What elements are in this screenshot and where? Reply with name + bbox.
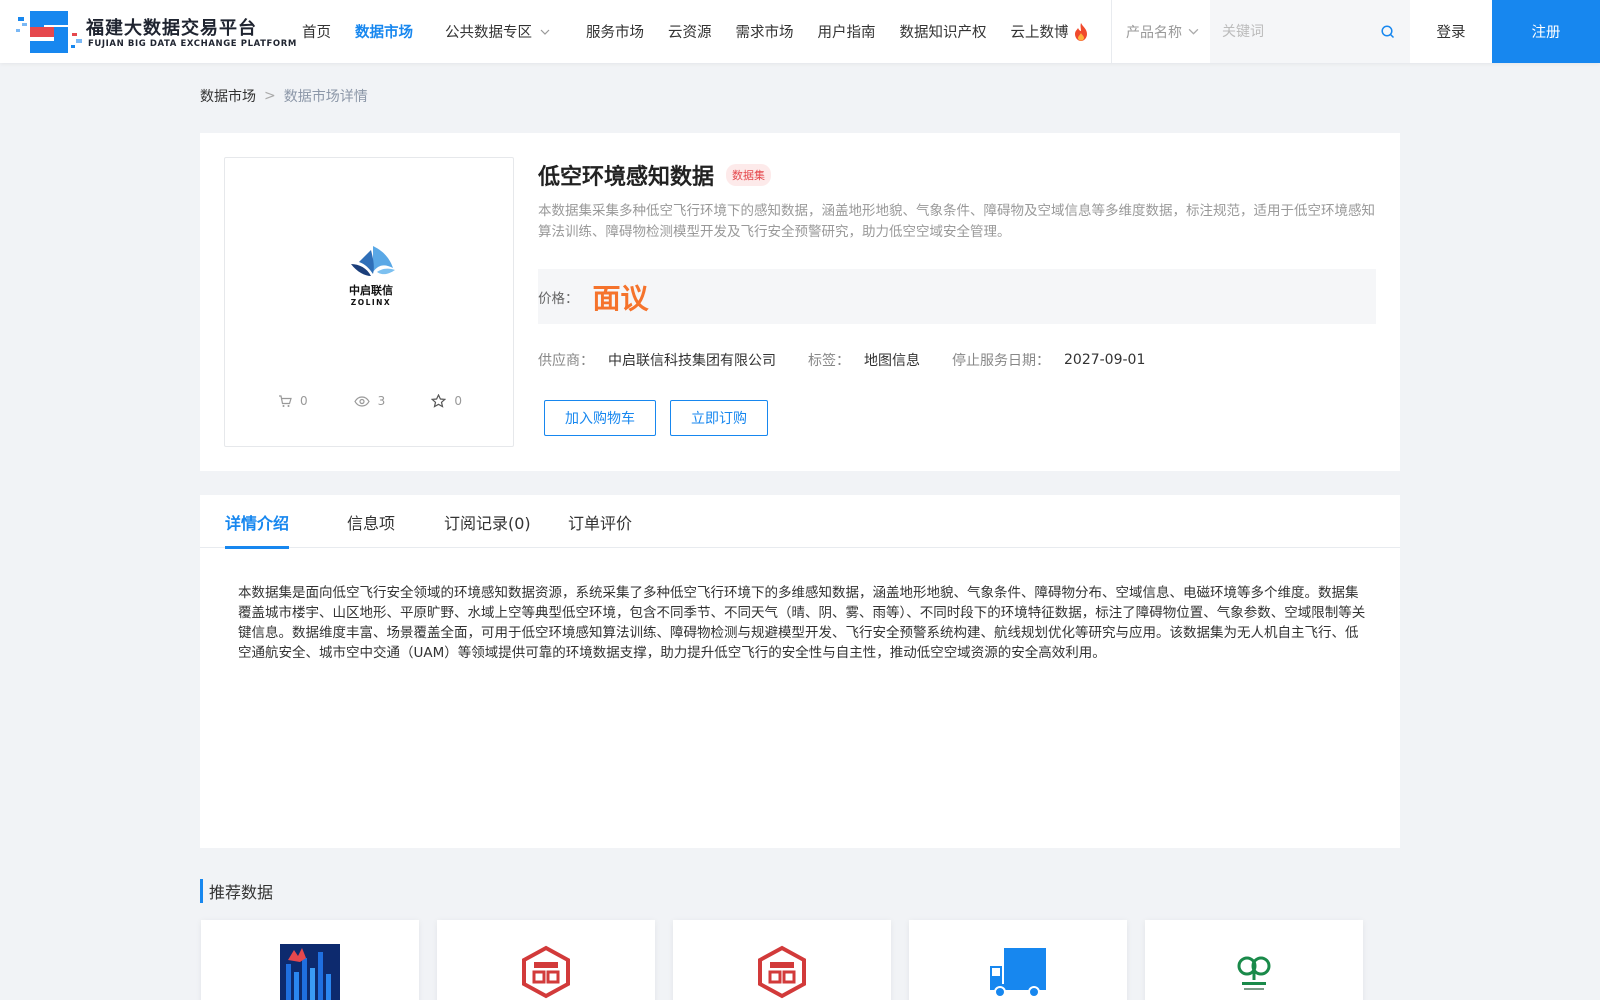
cart-icon	[279, 394, 292, 407]
product-type-badge: 数据集	[726, 164, 772, 186]
green-tree-logo-icon	[1237, 956, 1271, 990]
nav-demand[interactable]: 需求市场	[736, 21, 794, 42]
register-button[interactable]: 注册	[1492, 0, 1600, 63]
nav-label: 云上数博	[1010, 25, 1069, 41]
title-row: 低空环境感知数据 数据集	[538, 157, 1376, 193]
search-input[interactable]	[1222, 18, 1372, 46]
product-title: 低空环境感知数据	[538, 165, 715, 190]
star-icon	[431, 394, 447, 408]
nav-ip[interactable]: 数据知识产权	[900, 21, 987, 42]
price-label: 价格：	[538, 290, 579, 307]
stat-favorites[interactable]: 0	[431, 394, 462, 408]
chevron-down-icon	[540, 29, 550, 35]
recommend-card[interactable]	[201, 920, 419, 1000]
breadcrumb-separator: >	[264, 88, 276, 104]
nav-service-market[interactable]: 服务市场	[586, 21, 644, 42]
supplier-value: 中启联信科技集团有限公司	[608, 353, 776, 369]
product-meta: 供应商： 中启联信科技集团有限公司 标签： 地图信息 停止服务日期： 2027-…	[538, 350, 1376, 370]
recommend-card[interactable]	[673, 920, 891, 1000]
nav-label: 需求市场	[735, 25, 794, 41]
breadcrumb-root[interactable]: 数据市场	[200, 86, 256, 106]
product-image: 中启联信 ZOLINX 0 3 0	[224, 157, 514, 447]
zolinx-logo-icon: 中启联信 ZOLINX	[349, 246, 395, 307]
breadcrumb: 数据市场 > 数据市场详情	[200, 86, 368, 106]
end-date-value: 2027-09-01	[1064, 352, 1146, 368]
recommend-card[interactable]	[909, 920, 1127, 1000]
nav-guide[interactable]: 用户指南	[818, 21, 876, 42]
logo-mark-icon	[16, 11, 82, 53]
detail-card: 详情介绍 信息项 订阅记录(0) 订单评价 本数据集是面向低空飞行安全领域的环境…	[200, 495, 1400, 848]
search-icon[interactable]	[1380, 24, 1396, 40]
nav-label: 数据知识产权	[899, 25, 987, 41]
add-to-cart-button[interactable]: 加入购物车	[544, 400, 656, 436]
nav-cloud[interactable]: 云资源	[668, 21, 712, 42]
detail-tabs: 详情介绍 信息项 订阅记录(0) 订单评价	[200, 495, 1400, 549]
logo-title-cn: 福建大数据交易平台	[86, 18, 257, 39]
tag-value: 地图信息	[864, 353, 920, 369]
nav-label: 云资源	[668, 25, 712, 41]
nav-label: 首页	[302, 25, 331, 41]
tab-subscription-records[interactable]: 订阅记录(0)	[444, 495, 531, 548]
nav-home[interactable]: 首页	[302, 21, 331, 42]
zolinx-logo-cn: 中启联信	[349, 283, 393, 297]
tab-order-reviews[interactable]: 订单评价	[568, 495, 632, 548]
tag-label: 标签：	[808, 353, 850, 369]
site-logo[interactable]: 福建大数据交易平台 FUJIAN BIG DATA EXCHANGE PLATF…	[16, 9, 296, 55]
search-category-select[interactable]: 产品名称	[1126, 0, 1199, 63]
search-bar: 产品名称	[1112, 0, 1410, 63]
nav-expo[interactable]: 云上数博	[1011, 21, 1089, 42]
logo-title-en: FUJIAN BIG DATA EXCHANGE PLATFORM	[88, 39, 297, 49]
search-box	[1210, 0, 1410, 63]
nav-public-data[interactable]: 公共数据专区	[445, 21, 550, 42]
stat-views-count: 3	[377, 394, 386, 408]
zolinx-logo-en: ZOLINX	[351, 298, 391, 307]
product-info: 低空环境感知数据 数据集 本数据集采集多种低空飞行环境下的感知数据，涵盖地形地貌…	[538, 157, 1376, 436]
chevron-down-icon	[1188, 28, 1199, 35]
stat-cart: 0	[278, 394, 308, 408]
red-seal-icon	[758, 945, 806, 999]
recommend-title: 推荐数据	[200, 879, 273, 903]
nav-label: 公共数据专区	[445, 25, 532, 41]
stat-cart-count: 0	[300, 394, 308, 408]
recommend-card[interactable]	[437, 920, 655, 1000]
eye-icon	[353, 395, 370, 407]
product-actions: 加入购物车 立即订购	[538, 400, 1376, 436]
end-date-label: 停止服务日期：	[952, 353, 1050, 369]
product-description: 本数据集采集多种低空飞行环境下的感知数据，涵盖地形地貌、气象条件、障碍物及空域信…	[538, 203, 1375, 240]
detail-description: 本数据集是面向低空飞行安全领域的环境感知数据资源，系统采集了多种低空飞行环境下的…	[238, 585, 1366, 661]
recommend-card[interactable]	[1145, 920, 1363, 1000]
tab-info-items[interactable]: 信息项	[347, 495, 395, 548]
nav-label: 服务市场	[586, 25, 644, 41]
stat-favorites-count: 0	[454, 394, 462, 408]
stat-views: 3	[353, 394, 386, 408]
price-value: 面议	[592, 281, 649, 315]
nav-data-market[interactable]: 数据市场	[355, 21, 413, 42]
main-nav: 首页 数据市场 公共数据专区 服务市场 云资源 需求市场 用户指南 数据知识产权…	[302, 0, 1113, 63]
truck-icon	[990, 948, 1046, 998]
top-header: 福建大数据交易平台 FUJIAN BIG DATA EXCHANGE PLATF…	[0, 0, 1600, 63]
price-bar: 价格： 面议	[538, 269, 1376, 324]
product-stats: 0 3 0	[225, 394, 515, 408]
city-chart-icon	[280, 944, 340, 1000]
tab-detail[interactable]: 详情介绍	[225, 495, 290, 549]
subscribe-button[interactable]: 立即订购	[670, 400, 768, 436]
search-category-label: 产品名称	[1126, 24, 1182, 41]
nav-label: 用户指南	[817, 25, 876, 41]
login-button[interactable]: 登录	[1410, 0, 1492, 63]
red-seal-icon	[522, 945, 570, 999]
breadcrumb-current: 数据市场详情	[283, 89, 368, 105]
product-card: 中启联信 ZOLINX 0 3 0 低空环境感知数据 数据集 本数据集采集多种低…	[200, 133, 1400, 471]
nav-label: 数据市场	[355, 25, 413, 41]
flame-icon	[1074, 22, 1087, 41]
supplier-label: 供应商：	[538, 353, 594, 369]
